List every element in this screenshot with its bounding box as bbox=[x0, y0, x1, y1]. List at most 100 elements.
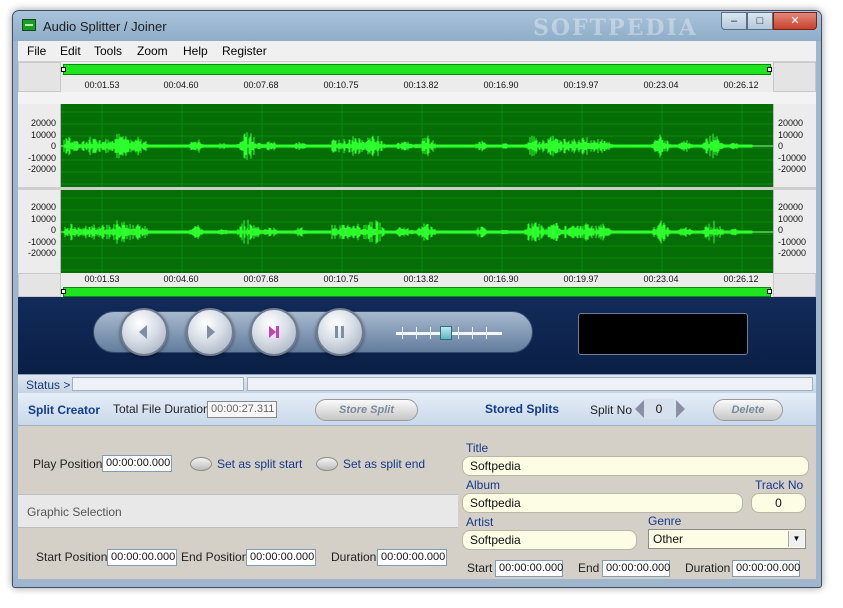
start-position-field[interactable]: 00:00:00.000 bbox=[107, 549, 177, 566]
amp-label: -20000 bbox=[778, 164, 807, 174]
menu-zoom[interactable]: Zoom bbox=[137, 44, 168, 58]
previous-button[interactable] bbox=[120, 308, 168, 356]
stored-duration-label: Duration bbox=[685, 561, 731, 575]
menu-help[interactable]: Help bbox=[183, 44, 208, 58]
channel-right: 20000 10000 0 -10000 -20000 20000 10000 … bbox=[18, 190, 816, 273]
total-duration-field: 00:00:27.311 bbox=[207, 401, 277, 418]
pause-icon bbox=[335, 326, 344, 338]
timeline-tick-label: 00:26.12 bbox=[723, 274, 759, 284]
selection-bar-bottom[interactable] bbox=[63, 287, 771, 297]
amp-label: 10000 bbox=[30, 130, 56, 140]
menu-file[interactable]: File bbox=[27, 44, 46, 58]
amp-label: 20000 bbox=[778, 118, 804, 128]
end-position-label: End Position bbox=[181, 550, 249, 564]
time-display bbox=[578, 313, 748, 355]
timeline-tick-label: 00:07.68 bbox=[243, 80, 279, 90]
amp-label: -10000 bbox=[27, 237, 56, 247]
amp-label: 0 bbox=[778, 141, 784, 151]
close-button[interactable]: ✕ bbox=[773, 12, 817, 30]
next-button[interactable] bbox=[250, 308, 298, 356]
end-field[interactable]: 00:00:00.000 bbox=[602, 560, 670, 577]
waveform-channel-1[interactable] bbox=[61, 104, 773, 187]
delete-button[interactable]: Delete bbox=[713, 399, 783, 421]
selection-handle-right[interactable] bbox=[767, 289, 772, 294]
split-creator-title: Split Creator bbox=[28, 403, 101, 417]
album-label: Album bbox=[466, 478, 501, 492]
split-creator-panel: Split Creator Total File Duration 00:00:… bbox=[18, 393, 458, 579]
start-label: Start bbox=[467, 561, 493, 575]
amp-label: -20000 bbox=[27, 164, 56, 174]
timeline-tick-label: 00:23.04 bbox=[643, 80, 679, 90]
split-no-decrement[interactable] bbox=[635, 400, 644, 418]
amp-label: -10000 bbox=[778, 237, 807, 247]
genre-label: Genre bbox=[648, 514, 682, 528]
amp-label: 20000 bbox=[30, 202, 56, 212]
genre-value: Other bbox=[653, 532, 684, 546]
genre-select[interactable]: Other ▼ bbox=[648, 529, 806, 549]
timeline-tick-label: 00:23.04 bbox=[643, 274, 679, 284]
menu-tools[interactable]: Tools bbox=[94, 44, 122, 58]
split-no-label: Split No bbox=[590, 403, 633, 417]
start-field[interactable]: 00:00:00.000 bbox=[495, 560, 563, 577]
status-label: Status > bbox=[26, 378, 71, 392]
split-no-increment[interactable] bbox=[676, 400, 685, 418]
selection-handle-right[interactable] bbox=[767, 67, 772, 72]
amp-label: 20000 bbox=[778, 202, 804, 212]
next-icon bbox=[269, 326, 279, 338]
volume-slider-thumb[interactable] bbox=[440, 326, 452, 340]
stored-duration-field: 00:00:00.000 bbox=[732, 560, 800, 577]
minimize-button[interactable]: – bbox=[721, 12, 747, 30]
start-position-label: Start Position bbox=[36, 550, 108, 564]
graphic-selection-header: Graphic Selection bbox=[18, 494, 458, 528]
transport-panel bbox=[18, 297, 816, 374]
end-label: End bbox=[578, 561, 600, 575]
timeline-tick-label: 00:16.90 bbox=[483, 274, 519, 284]
set-split-end-label[interactable]: Set as split end bbox=[343, 457, 425, 471]
end-position-field[interactable]: 00:00:00.000 bbox=[246, 549, 316, 566]
timeline-tick-label: 00:19.97 bbox=[563, 80, 599, 90]
status-field bbox=[72, 377, 244, 391]
channel-divider bbox=[18, 187, 816, 190]
set-split-end-radio[interactable] bbox=[316, 457, 338, 471]
menu-edit[interactable]: Edit bbox=[60, 44, 81, 58]
amp-label: -20000 bbox=[27, 248, 56, 258]
timeline-tick-label: 00:04.60 bbox=[163, 274, 199, 284]
play-button[interactable] bbox=[186, 308, 234, 356]
stored-splits-title: Stored Splits bbox=[485, 402, 560, 416]
top-ruler: 00:01.53 00:04.60 00:07.68 00:10.75 00:13.82… bbox=[18, 62, 816, 92]
track-no-input[interactable]: 0 bbox=[751, 493, 806, 513]
set-split-start-label[interactable]: Set as split start bbox=[217, 457, 302, 471]
album-input[interactable]: Softpedia bbox=[462, 493, 743, 513]
menu-register[interactable]: Register bbox=[222, 44, 267, 58]
maximize-button[interactable]: □ bbox=[747, 12, 773, 30]
play-position-field: 00:00:00.000 bbox=[102, 455, 172, 472]
play-position-label: Play Position bbox=[33, 457, 103, 471]
artist-label: Artist bbox=[466, 515, 494, 529]
duration-label: Duration bbox=[331, 550, 377, 564]
store-split-button[interactable]: Store Split bbox=[315, 399, 418, 421]
selection-handle-left[interactable] bbox=[61, 289, 66, 294]
timeline-tick-label: 00:16.90 bbox=[483, 80, 519, 90]
timeline-tick-label: 00:01.53 bbox=[84, 274, 120, 284]
window-title: Audio Splitter / Joiner bbox=[43, 19, 167, 34]
bottom-ruler: 00:01.53 00:04.60 00:07.68 00:10.75 00:13.82… bbox=[18, 273, 816, 297]
waveform-channel-2[interactable] bbox=[61, 190, 773, 273]
stored-splits-panel: Stored Splits Split No 0 Delete Title So… bbox=[458, 393, 816, 579]
artist-input[interactable]: Softpedia bbox=[462, 530, 637, 550]
transport-controls bbox=[93, 308, 533, 356]
timeline-tick-label: 00:10.75 bbox=[323, 80, 359, 90]
timeline-tick-label: 00:04.60 bbox=[163, 80, 199, 90]
amp-label: 10000 bbox=[778, 214, 804, 224]
play-icon bbox=[207, 325, 215, 339]
amplitude-axis-right: 20000 10000 0 -10000 -20000 bbox=[773, 104, 816, 187]
title-input[interactable]: Softpedia bbox=[462, 456, 809, 476]
volume-slider[interactable] bbox=[396, 326, 502, 340]
amplitude-axis-left: 20000 10000 0 -10000 -20000 bbox=[18, 190, 61, 273]
track-no-label: Track No bbox=[755, 478, 804, 492]
pause-button[interactable] bbox=[316, 308, 364, 356]
set-split-start-radio[interactable] bbox=[190, 457, 212, 471]
selection-bar-top[interactable] bbox=[63, 64, 771, 75]
chevron-down-icon: ▼ bbox=[788, 531, 804, 547]
amp-label: 20000 bbox=[30, 118, 56, 128]
selection-handle-left[interactable] bbox=[61, 67, 66, 72]
